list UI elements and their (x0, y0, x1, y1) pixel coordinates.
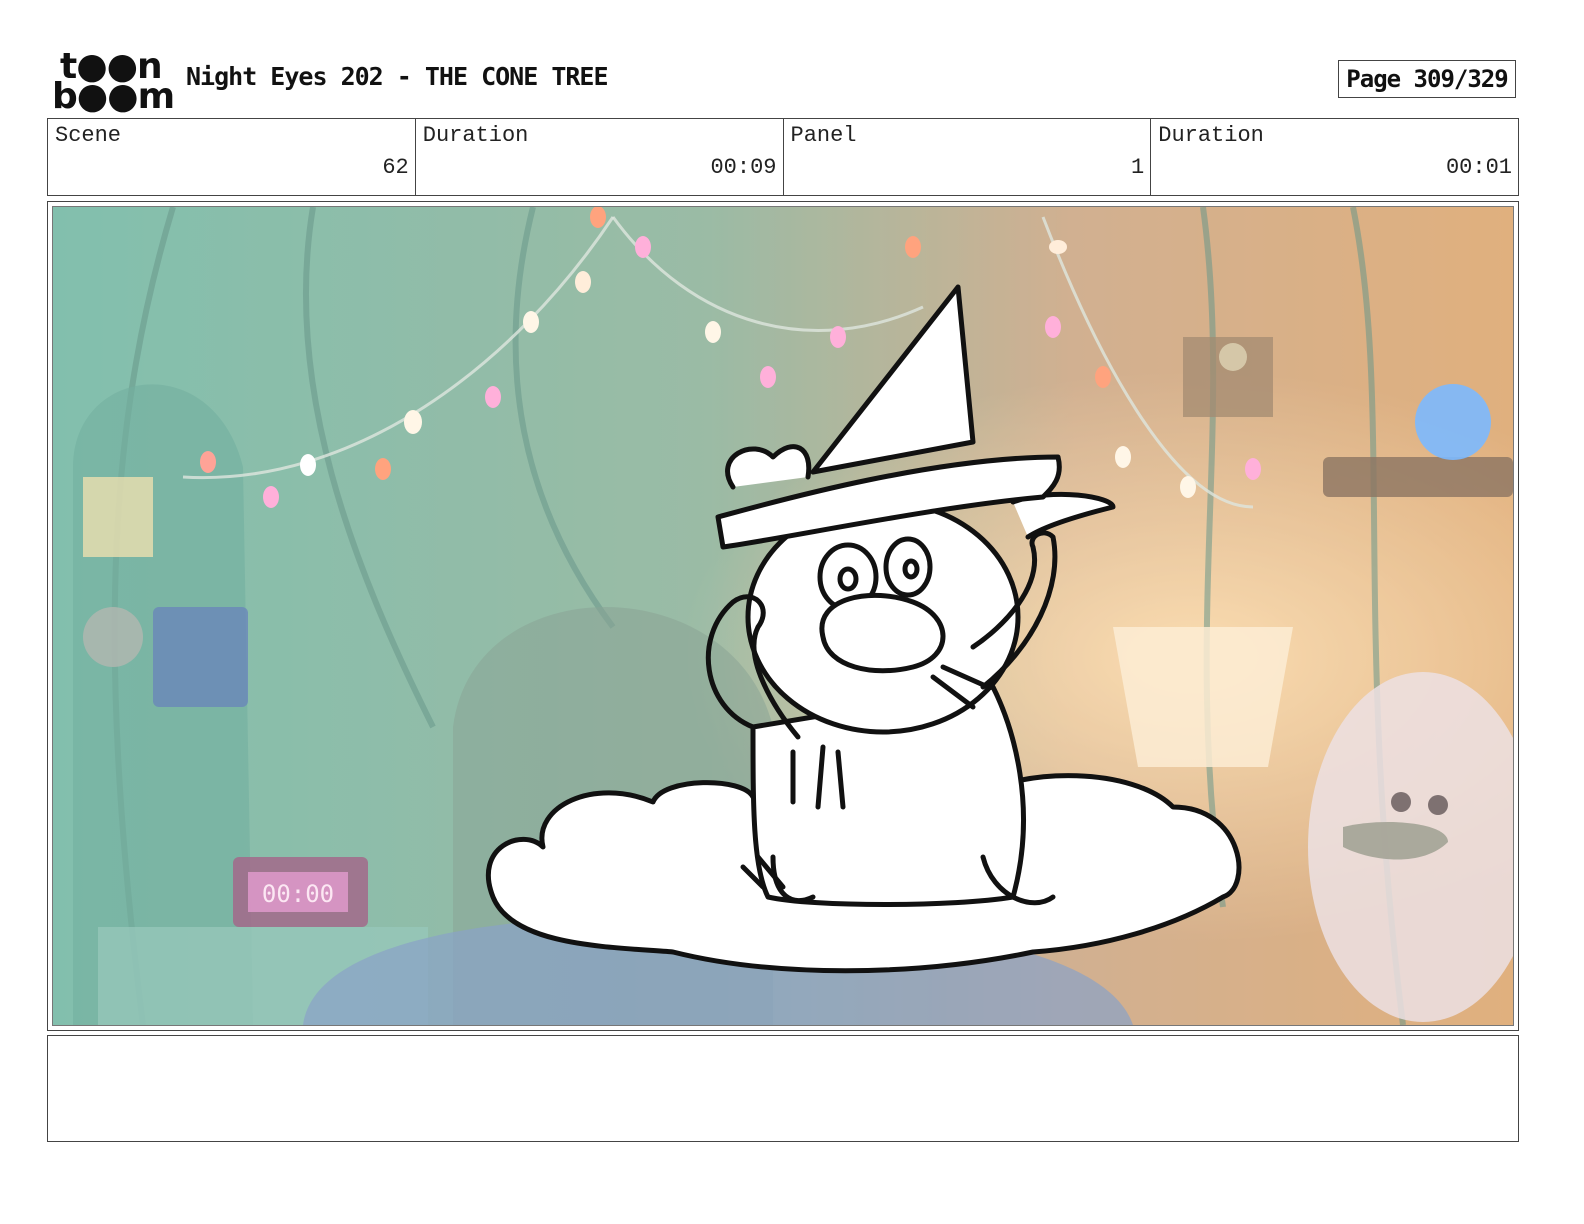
panel-cell: Panel 1 (784, 119, 1152, 195)
storyboard-panel-image: 00:00 (52, 206, 1514, 1026)
toon-boom-logo: t●●n b●●m (52, 49, 175, 115)
scene-duration-label: Duration (422, 123, 529, 148)
sketch-eye-right (883, 536, 933, 598)
scene-info-row: Scene 62 Duration 00:09 Panel 1 Duration… (47, 118, 1519, 196)
sketch-snout (819, 592, 946, 674)
panel-value: 1 (1131, 155, 1145, 180)
panel-label: Panel (790, 123, 857, 148)
scene-value: 62 (382, 155, 409, 180)
storyboard-title: Night Eyes 202 - THE CONE TREE (186, 62, 609, 91)
panel-duration-label: Duration (1158, 123, 1264, 148)
panel-duration-cell: Duration 00:01 (1151, 119, 1518, 195)
panel-notes-box (47, 1035, 1519, 1142)
page-indicator: Page 309/329 (1338, 60, 1516, 98)
scene-duration-value: 00:09 (710, 155, 777, 180)
storyboard-panel-frame: 00:00 (47, 201, 1519, 1031)
scene-duration-cell: Duration 00:09 (416, 119, 784, 195)
scene-label: Scene (55, 123, 122, 148)
logo-line-bottom: b●●m (52, 76, 175, 117)
panel-duration-value: 00:01 (1445, 155, 1512, 180)
panel-drawing: 00:00 (53, 207, 1513, 1025)
scene-cell: Scene 62 (48, 119, 416, 195)
